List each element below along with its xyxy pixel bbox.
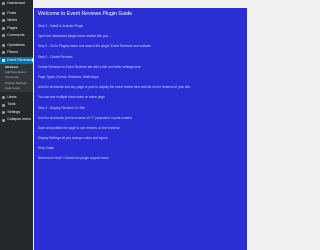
menu-event-reviews[interactable]: Event Reviews xyxy=(0,56,33,64)
places-icon xyxy=(2,51,6,55)
dashboard-icon xyxy=(2,2,6,6)
event-reviews-submenu: All Event Add New Event Shortcode Displa… xyxy=(0,64,33,92)
menu-dashboard[interactable]: Dashboard xyxy=(0,0,33,8)
menu-pages[interactable]: Pages xyxy=(0,25,33,33)
guide-line: Display Settings let you change colors a… xyxy=(38,136,108,141)
guide-line: Need more help? Contact the plugin suppo… xyxy=(38,156,109,161)
menu-label: Collapse menu xyxy=(7,117,32,122)
menu-places[interactable]: Places xyxy=(0,49,33,57)
media-icon xyxy=(2,19,6,23)
menu-operations[interactable]: Operations xyxy=(0,42,33,50)
users-icon xyxy=(2,96,6,100)
menu-label: Tools xyxy=(7,102,16,107)
menu-label: Comments xyxy=(7,33,25,37)
star-icon xyxy=(2,58,6,62)
guide-line: Step 2 - Go to Plugins menu and search t… xyxy=(38,44,151,49)
menu-collapse[interactable]: Collapse menu xyxy=(0,116,33,124)
guide-line: Page Types: Events, Sessions, Workshops xyxy=(38,74,99,79)
guide-line: Open the dashboard plugin menu section l… xyxy=(38,34,112,39)
tools-icon xyxy=(2,103,6,107)
guide-line: Help Guide xyxy=(38,146,54,151)
menu-label: Pages xyxy=(7,25,18,30)
admin-sidebar: Dashboard Posts Media Pages Comments Ope… xyxy=(0,0,33,250)
menu-label: Posts xyxy=(7,10,17,15)
menu-label: Media xyxy=(7,18,17,22)
menu-label: Dashboard xyxy=(7,1,25,5)
guide-line: Step 4 - Display Reviews On Site xyxy=(38,105,85,110)
menu-settings[interactable]: Settings xyxy=(0,109,33,117)
menu-tools[interactable]: Tools xyxy=(0,101,33,109)
settings-icon xyxy=(2,111,6,115)
menu-label: Places xyxy=(7,50,18,54)
menu-users[interactable]: Users xyxy=(0,94,33,102)
collapse-icon xyxy=(2,118,6,122)
menu-label: Operations xyxy=(7,42,25,47)
menu-label: Event Reviews xyxy=(7,57,31,62)
menu-label: Settings xyxy=(7,109,21,114)
guide-line: Save and publish the page to see reviews… xyxy=(38,125,120,130)
guide-line: Step 1 - Install & Activate Plugin xyxy=(38,24,84,28)
comment-icon xyxy=(2,34,6,38)
menu-media[interactable]: Media xyxy=(0,17,33,25)
guide-line: Create Reviews on Event Reviews tab with… xyxy=(38,64,141,69)
guide-line: Step 3 - Create Reviews xyxy=(38,54,73,59)
page-title: Welcome to Event Reviews Plugin Guide xyxy=(38,11,133,17)
pin-icon xyxy=(2,11,6,15)
operations-icon xyxy=(2,43,6,47)
menu-comments[interactable]: Comments xyxy=(0,32,33,40)
page-icon xyxy=(2,26,6,30)
guide-line: You can use multiple shortcodes on same … xyxy=(38,95,105,100)
submenu-item[interactable]: Help Guide xyxy=(0,86,33,91)
guide-line: Add the shortcode into any page or post … xyxy=(38,85,191,90)
guide-panel: Welcome to Event Reviews Plugin Guide St… xyxy=(34,8,247,250)
guide-line: Use the shortcode [event-reviews id="1"]… xyxy=(38,115,132,120)
main-content: Welcome to Event Reviews Plugin Guide St… xyxy=(33,0,250,250)
menu-label: Users xyxy=(7,94,17,99)
menu-posts[interactable]: Posts xyxy=(0,10,33,18)
